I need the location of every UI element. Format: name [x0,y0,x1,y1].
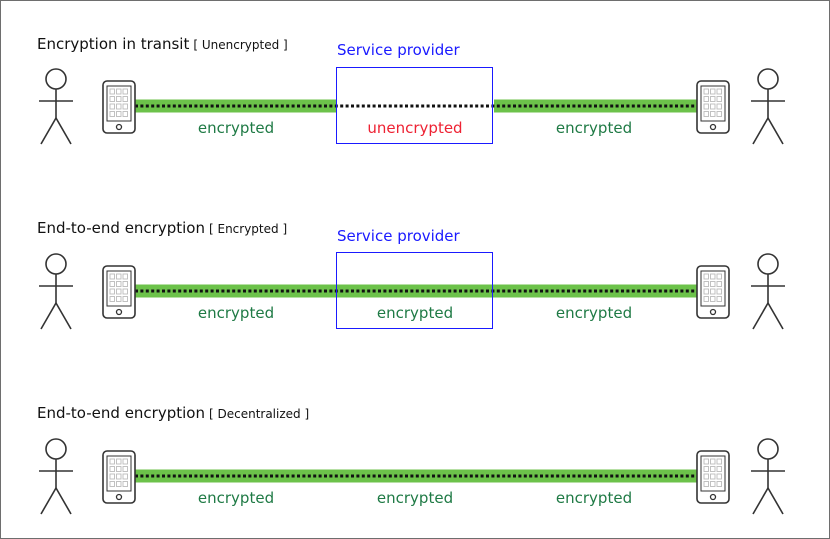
row-1-tag: [ Unencrypted ] [193,38,288,52]
row-1-segment-3-label: encrypted [555,119,633,137]
row-1-recipient-phone-icon [696,80,730,134]
row-3-sender-person-icon-left-leg [40,487,57,515]
row-2-sender-person-icon [39,253,73,330]
row-1-recipient-person-icon-left-leg [752,117,769,145]
row-3-recipient-person-icon-head [757,438,779,460]
diagram-canvas: Encryption in transit[ Unencrypted ] Ser… [0,0,830,539]
row-2-segment-2-label: encrypted [376,304,454,322]
row-3-recipient-person-icon [751,438,785,515]
row-1-sender-person-icon-left-leg [40,117,57,145]
row-2-title-text: End-to-end encryption [37,219,205,237]
row-3-sender-phone-icon [102,450,136,504]
row-3-diagram [39,438,785,515]
row-2-recipient-person-icon-head [757,253,779,275]
row-3-segment-2-label: encrypted [376,489,454,507]
row-3-sender-person-icon [39,438,73,515]
row-1-sender-person-icon [39,68,73,145]
row-3-title-text: End-to-end encryption [37,404,205,422]
row-3-recipient-person-icon-right-leg [767,487,784,515]
row-1-title: Encryption in transit[ Unencrypted ] [37,35,288,53]
row-1-segment-2-label: unencrypted [367,119,463,137]
row-1-title-text: Encryption in transit [37,35,190,53]
row-1-sender-person-icon-right-leg [55,117,72,145]
row-2-title: End-to-end encryption[ Encrypted ] [37,219,287,237]
row-2-recipient-person-icon-right-leg [767,302,784,330]
row-2-tag: [ Encrypted ] [208,222,288,236]
row-3-segment-3-label: encrypted [555,489,633,507]
row-3-segment-1-label: encrypted [197,489,275,507]
row-3-title: End-to-end encryption[ Decentralized ] [37,404,309,422]
row-2-recipient-phone-icon [696,265,730,319]
row-2-segment-1-label: encrypted [197,304,275,322]
row-3-sender-person-icon-right-leg [55,487,72,515]
row-1-sender-phone-icon [102,80,136,134]
row-1-segment-1-label: encrypted [197,119,275,137]
row-3-recipient-phone-icon [696,450,730,504]
row-1-sender-person-icon-head [45,68,67,90]
row-2-recipient-person-icon-left-leg [752,302,769,330]
row-2-sender-person-icon-left-leg [40,302,57,330]
row-1-recipient-person-icon-head [757,68,779,90]
row-2-segment-3-label: encrypted [555,304,633,322]
row-1-recipient-person-icon [751,68,785,145]
row-3-sender-person-icon-head [45,438,67,460]
row-2-recipient-person-icon [751,253,785,330]
row-3-tag: [ Decentralized ] [208,407,310,421]
row-1-recipient-person-icon-right-leg [767,117,784,145]
row-3-recipient-person-icon-left-leg [752,487,769,515]
row-2-sender-phone-icon [102,265,136,319]
row-2-sender-person-icon-head [45,253,67,275]
row-2-sender-person-icon-right-leg [55,302,72,330]
